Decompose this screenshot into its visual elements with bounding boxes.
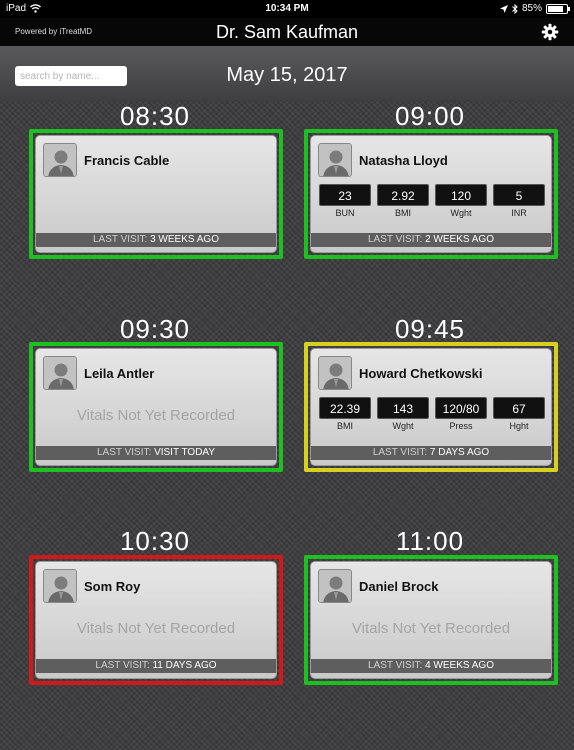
patient-name: Daniel Brock: [359, 579, 439, 594]
appointment-time: 09:30: [119, 314, 191, 344]
last-visit-bar: LAST VISIT: 11 DAYS AGO: [36, 659, 276, 673]
vital-label: BMI: [336, 421, 353, 431]
vital-value: 120: [435, 184, 487, 206]
vital-item: 143 Wght: [377, 397, 429, 431]
last-visit-label: LAST VISIT:: [372, 447, 428, 458]
last-visit-label: LAST VISIT:: [96, 447, 152, 458]
patient-card[interactable]: Leila Antler Vitals Not Yet Recorded LAST …: [29, 342, 283, 472]
vital-item: 2.92 BMI: [377, 184, 429, 218]
vital-value: 67: [493, 397, 545, 419]
vital-label: Wght: [392, 421, 414, 431]
last-visit-bar: LAST VISIT: 7 DAYS AGO: [311, 446, 551, 460]
vital-item: 23 BUN: [319, 184, 371, 218]
vital-value: 2.92: [377, 184, 429, 206]
status-time: 10:34 PM: [265, 3, 309, 14]
last-visit-value: 4 WEEKS AGO: [425, 660, 494, 671]
battery-percent: 85%: [521, 3, 542, 14]
patient-name: Som Roy: [84, 579, 141, 594]
schedule-date: May 15, 2017: [226, 64, 348, 86]
patient-name: Leila Antler: [84, 366, 155, 381]
location-arrow-icon: [499, 4, 508, 13]
vitals-not-recorded: Vitals Not Yet Recorded: [76, 407, 236, 424]
last-visit-value: VISIT TODAY: [154, 447, 216, 458]
last-visit-bar: LAST VISIT: VISIT TODAY: [36, 446, 276, 460]
patient-card[interactable]: Francis Cable LAST VISIT: 3 WEEKS AGO: [29, 129, 283, 259]
patient-card[interactable]: Natasha Lloyd 23 BUN 2.92 BMI 120 Wght 5 INR LAST…: [304, 129, 558, 259]
avatar: [318, 569, 352, 603]
appointment-time: 08:30: [119, 101, 191, 131]
patient-card[interactable]: Howard Chetkowski 22.39 BMI 143 Wght 120/80 Pr…: [304, 342, 558, 472]
avatar: [318, 356, 352, 390]
last-visit-value: 7 DAYS AGO: [429, 447, 490, 458]
patient-card-body: Francis Cable LAST VISIT: 3 WEEKS AGO: [35, 135, 277, 253]
patient-card-body: Som Roy Vitals Not Yet Recorded LAST VISIT…: [35, 561, 277, 679]
doctor-name-title: Dr. Sam Kaufman: [215, 22, 359, 42]
patient-name: Francis Cable: [84, 153, 170, 168]
patient-card-body: Howard Chetkowski 22.39 BMI 143 Wght 120/80 Pr…: [310, 348, 552, 466]
patient-card-body: Leila Antler Vitals Not Yet Recorded LAST …: [35, 348, 277, 466]
last-visit-label: LAST VISIT:: [368, 234, 423, 245]
patient-card[interactable]: Daniel Brock Vitals Not Yet Recorded LAST …: [304, 555, 558, 685]
vital-label: BUN: [335, 208, 355, 218]
vital-item: 22.39 BMI: [319, 397, 371, 431]
avatar: [43, 143, 77, 177]
appointment-time: 09:00: [394, 101, 466, 131]
last-visit-value: 2 WEEKS AGO: [425, 234, 494, 245]
vitals-not-recorded: Vitals Not Yet Recorded: [76, 620, 236, 637]
last-visit-bar: LAST VISIT: 4 WEEKS AGO: [311, 659, 551, 673]
last-visit-value: 11 DAYS AGO: [152, 660, 217, 671]
vital-item: 120 Wght: [435, 184, 487, 218]
battery-fill: [548, 5, 564, 12]
last-visit-bar: LAST VISIT: 2 WEEKS AGO: [311, 233, 551, 247]
avatar: [43, 356, 77, 390]
patient-card[interactable]: Som Roy Vitals Not Yet Recorded LAST VISIT…: [29, 555, 283, 685]
appointment-time: 09:45: [394, 314, 466, 344]
vital-item: 5 INR: [493, 184, 545, 218]
patient-name: Howard Chetkowski: [359, 366, 483, 381]
avatar: [318, 143, 352, 177]
vital-value: 143: [377, 397, 429, 419]
vital-value: 120/80: [435, 397, 487, 419]
avatar: [43, 569, 77, 603]
gear-icon[interactable]: [541, 23, 559, 41]
last-visit-label: LAST VISIT:: [95, 660, 150, 671]
vital-value: 23: [319, 184, 371, 206]
appointment-time: 10:30: [119, 526, 191, 556]
vital-label: Press: [449, 421, 473, 431]
vital-item: 120/80 Press: [435, 397, 487, 431]
last-visit-value: 3 WEEKS AGO: [150, 234, 219, 245]
app-header: Powered by iTreatMD Dr. Sam Kaufman: [0, 18, 574, 46]
vital-label: INR: [511, 208, 527, 218]
vital-value: 5: [493, 184, 545, 206]
date-bar: May 15, 2017: [0, 46, 574, 102]
vital-label: Hght: [509, 421, 529, 431]
vitals-not-recorded: Vitals Not Yet Recorded: [351, 620, 511, 637]
vital-label: Wght: [450, 208, 472, 218]
bluetooth-icon: [512, 3, 518, 14]
last-visit-label: LAST VISIT:: [93, 234, 148, 245]
vitals-row: 23 BUN 2.92 BMI 120 Wght 5 INR: [319, 184, 545, 218]
patient-card-body: Daniel Brock Vitals Not Yet Recorded LAST …: [310, 561, 552, 679]
last-visit-bar: LAST VISIT: 3 WEEKS AGO: [36, 233, 276, 247]
vital-label: BMI: [394, 208, 411, 218]
vitals-row: 22.39 BMI 143 Wght 120/80 Press 67 Hght: [319, 397, 545, 431]
status-bar: iPad 10:34 PM 85%: [0, 0, 574, 18]
status-right: 85%: [499, 3, 570, 14]
last-visit-label: LAST VISIT:: [368, 660, 423, 671]
appointment-time: 11:00: [395, 526, 465, 556]
vital-item: 67 Hght: [493, 397, 545, 431]
vital-value: 22.39: [319, 397, 371, 419]
battery-icon: [546, 3, 570, 14]
patient-card-body: Natasha Lloyd 23 BUN 2.92 BMI 120 Wght 5 INR LAST…: [310, 135, 552, 253]
patient-name: Natasha Lloyd: [359, 153, 448, 168]
